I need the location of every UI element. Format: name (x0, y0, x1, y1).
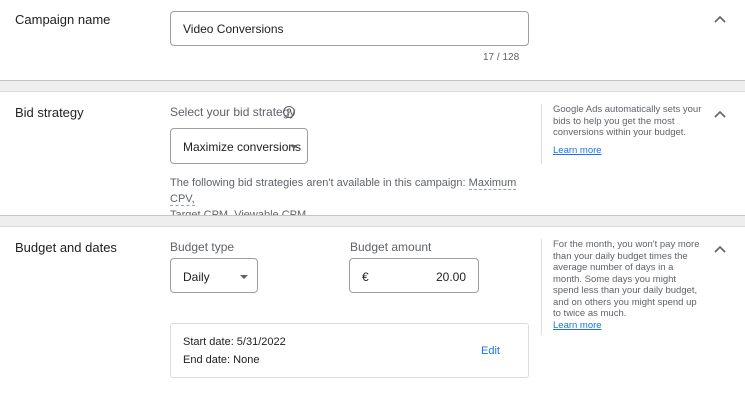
bid-strategy-section: Bid strategy Select your bid strategy ? … (0, 92, 745, 222)
campaign-name-section: Campaign name Video Conversions 17 / 128 (0, 0, 745, 80)
budget-type-dropdown[interactable]: Daily (170, 258, 258, 293)
chevron-up-icon[interactable] (713, 244, 727, 254)
budget-type-value[interactable]: Daily (183, 270, 210, 284)
edit-dates-link[interactable]: Edit (481, 345, 500, 357)
budget-amount-value[interactable]: 20.00 (436, 270, 466, 284)
bid-strategy-help-panel: Google Ads automatically sets your bids … (541, 104, 703, 164)
campaign-name-input[interactable]: Video Conversions (170, 11, 529, 46)
budget-dates-title: Budget and dates (15, 240, 117, 255)
campaign-name-value[interactable]: Video Conversions (183, 22, 284, 36)
bid-strategy-label: Select your bid strategy (170, 105, 296, 119)
learn-more-link[interactable]: Learn more (553, 145, 703, 157)
section-divider (0, 80, 745, 92)
campaign-name-title: Campaign name (15, 12, 111, 27)
help-circle-icon[interactable]: ? (283, 106, 295, 118)
bid-strategy-title: Bid strategy (15, 105, 84, 120)
dropdown-arrow-icon[interactable] (240, 275, 248, 279)
budget-type-label: Budget type (170, 240, 235, 254)
budget-help-text: For the month, you won't pay more than y… (553, 239, 700, 319)
chevron-up-icon[interactable] (713, 14, 727, 24)
dropdown-arrow-icon[interactable] (290, 145, 298, 149)
bid-strategy-selected[interactable]: Maximize conversions (183, 140, 301, 154)
budget-amount-label: Budget amount (350, 240, 432, 254)
start-date: Start date: 5/31/2022 (183, 336, 286, 348)
bid-strategy-dropdown[interactable]: Maximize conversions (170, 128, 308, 164)
budget-amount-input[interactable]: € 20.00 (349, 258, 479, 293)
bid-strategy-help-text: Google Ads automatically sets your bids … (553, 104, 702, 138)
budget-help-panel: For the month, you won't pay more than y… (541, 239, 703, 335)
note-prefix: The following bid strategies aren't avai… (170, 177, 466, 189)
campaign-name-counter: 17 / 128 (483, 52, 520, 63)
currency-symbol: € (362, 270, 369, 284)
learn-more-link[interactable]: Learn more (553, 320, 703, 332)
end-date: End date: None (183, 354, 260, 366)
chevron-up-icon[interactable] (713, 109, 727, 119)
section-divider (0, 215, 745, 227)
dates-card: Start date: 5/31/2022 End date: None Edi… (170, 323, 529, 378)
budget-dates-section: Budget and dates Budget type Daily Budge… (0, 227, 745, 400)
